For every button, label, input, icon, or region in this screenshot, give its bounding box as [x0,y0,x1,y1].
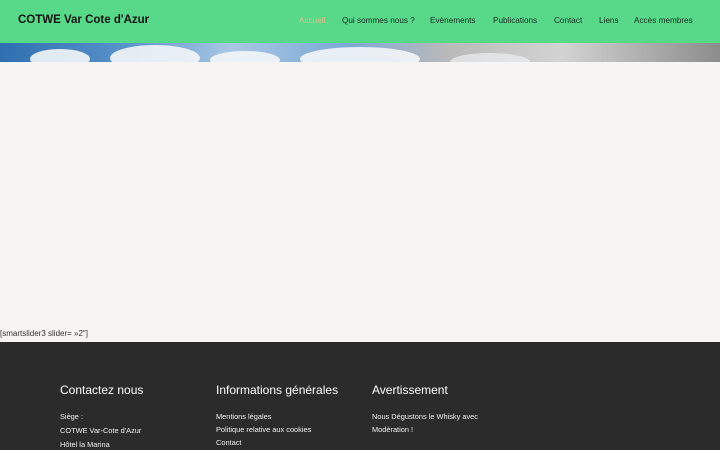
footer-contact-line: COTWE Var-Cote d'Azur [60,426,142,435]
footer-warning-line: Nous Dégustons le Whisky avec [372,412,478,421]
nav-item-contact[interactable]: Contact [554,16,582,25]
footer-warning-heading: Avertissement [372,383,448,397]
footer-info-heading: Informations générales [216,383,339,397]
footer-link-cookies-policy[interactable]: Politique relative aux cookies [216,425,311,434]
footer-link-mentions-legales[interactable]: Mentions légales [216,412,271,421]
header-banner-image [0,43,720,62]
nav-item-liens[interactable]: Liens [599,16,619,25]
nav-item-acces-membres[interactable]: Accès membres [634,16,693,25]
site-header: COTWE Var Cote d'Azur Accueil Qui sommes… [0,0,720,43]
site-footer: Contactez nous Siège : COTWE Var-Cote d'… [0,342,720,450]
main-nav: Accueil Qui sommes nous ? Evènements Pub… [0,0,720,43]
footer-warning-line: Modération ! [372,425,414,434]
slider-shortcode-text: [smartslider3 slider= »2″] [0,329,88,338]
nav-item-qui-sommes-nous[interactable]: Qui sommes nous ? [342,16,415,25]
footer-contact-line: Siège : [60,412,84,421]
footer-link-contact[interactable]: Contact [216,438,241,447]
footer-contact-line: Hôtel la Marina [60,440,110,449]
footer-contact-heading: Contactez nous [60,383,144,397]
nav-item-evenements[interactable]: Evènements [430,16,476,25]
nav-item-accueil[interactable]: Accueil [299,16,325,25]
nav-item-publications[interactable]: Publications [493,16,537,25]
